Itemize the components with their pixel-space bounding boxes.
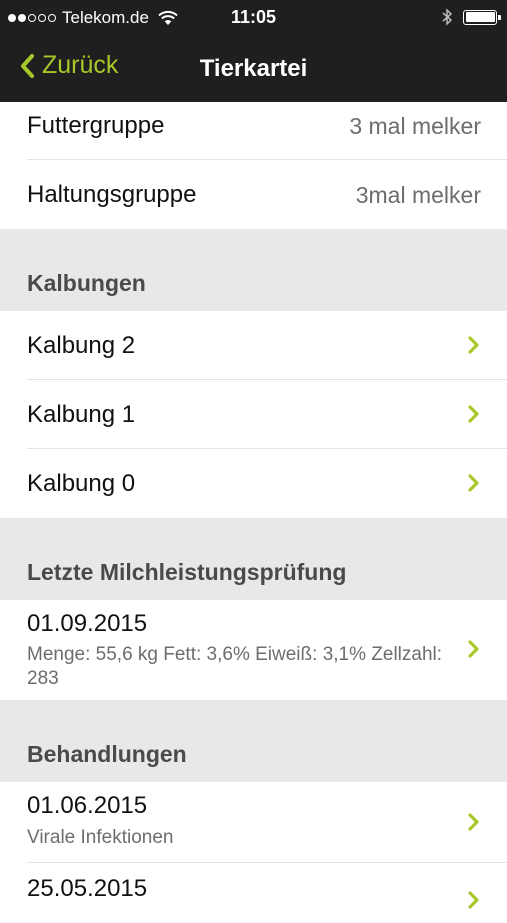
behandlung-description: Virale Infektionen: [27, 827, 174, 848]
behandlung-date: 25.05.2015: [27, 875, 148, 902]
chevron-right-icon: [468, 891, 479, 909]
section-header-kalbungen: Kalbungen: [0, 229, 507, 311]
kalbung-row[interactable]: Kalbung 2: [0, 311, 507, 380]
chevron-right-icon: [468, 813, 479, 831]
detail-value: 3 mal melker: [349, 113, 481, 139]
milchleistung-date: 01.09.2015: [27, 610, 148, 637]
status-bar: Telekom.de 11:05: [0, 0, 507, 36]
section-header-behandlungen: Behandlungen: [0, 700, 507, 782]
kalbung-label: Kalbung 1: [27, 401, 136, 428]
kalbung-label: Kalbung 0: [27, 470, 136, 497]
kalbung-label: Kalbung 2: [27, 332, 136, 359]
bluetooth-icon: [442, 8, 453, 26]
content-list[interactable]: Futtergruppe 3 mal melker Haltungsgruppe…: [0, 102, 507, 923]
detail-row-futtergruppe: Futtergruppe 3 mal melker: [0, 102, 507, 160]
kalbung-row[interactable]: Kalbung 0: [0, 449, 507, 518]
behandlung-row[interactable]: 01.06.2015 Virale Infektionen: [0, 782, 507, 863]
status-bar-right: [442, 8, 501, 26]
kalbung-row[interactable]: Kalbung 1: [0, 380, 507, 449]
chevron-right-icon: [468, 640, 479, 658]
battery-fill: [465, 12, 495, 22]
detail-label: Futtergruppe: [27, 112, 165, 139]
chevron-right-icon: [468, 474, 479, 492]
navigation-bar: Zurück Tierkartei: [0, 36, 507, 102]
milchleistung-details: Menge: 55,6 kg Fett: 3,6% Eiweiß: 3,1% Z…: [27, 644, 443, 689]
page-title: Tierkartei: [199, 55, 308, 82]
status-time: 11:05: [230, 7, 277, 27]
behandlung-row[interactable]: 25.05.2015: [0, 863, 507, 923]
detail-value: 3mal melker: [355, 182, 481, 208]
section-header-milchleistungspruefung: Letzte Milchleistungsprüfung: [0, 518, 507, 600]
behandlung-date: 01.06.2015: [27, 792, 148, 819]
section-title: Letzte Milchleistungsprüfung: [27, 559, 347, 585]
section-title: Behandlungen: [27, 741, 187, 767]
milchleistung-row[interactable]: 01.09.2015 Menge: 55,6 kg Fett: 3,6% Eiw…: [0, 600, 507, 700]
detail-row-haltungsgruppe: Haltungsgruppe 3mal melker: [0, 160, 507, 229]
chevron-right-icon: [468, 405, 479, 423]
battery-icon: [463, 9, 501, 25]
detail-label: Haltungsgruppe: [27, 181, 197, 208]
chevron-right-icon: [468, 336, 479, 354]
section-title: Kalbungen: [27, 270, 146, 296]
